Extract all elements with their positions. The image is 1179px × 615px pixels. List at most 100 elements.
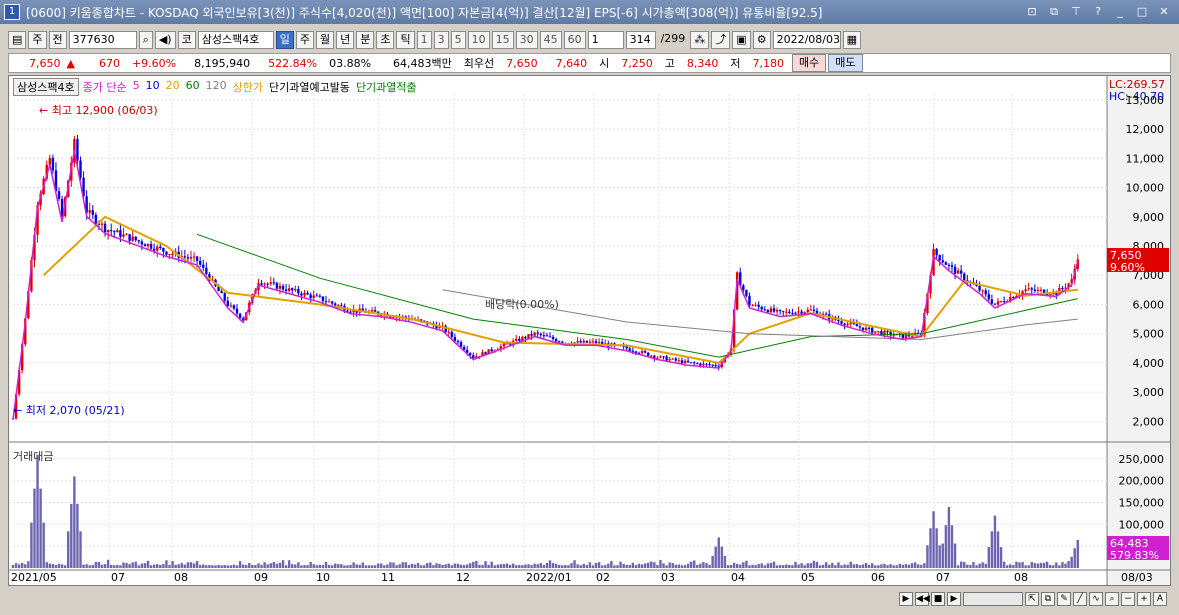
volume-bar: [579, 565, 582, 568]
trendline-icon[interactable]: ╱: [1073, 592, 1087, 606]
legend-item: 상한가: [232, 81, 263, 94]
layout-icon[interactable]: ▤: [8, 31, 27, 49]
volume-bar: [674, 564, 678, 568]
y-tick-label: 4,000: [1133, 357, 1165, 370]
candlestick-chart[interactable]: 2,0003,0004,0005,0006,0007,0008,0009,000…: [8, 76, 1170, 585]
x-tick-label: 05: [801, 571, 815, 584]
volume-bar: [281, 560, 285, 568]
candle-body: [680, 360, 684, 364]
volume-bar: [441, 565, 444, 568]
volume-bar: [693, 560, 696, 568]
volume-bar: [901, 564, 905, 568]
zoom-out-icon[interactable]: −: [1121, 592, 1135, 606]
draw-tool-icon[interactable]: ✎: [1057, 592, 1071, 606]
candle-body: [1030, 288, 1033, 290]
speaker-icon[interactable]: ◀): [154, 31, 176, 49]
fib-icon[interactable]: ∿: [1089, 592, 1103, 606]
window-icon[interactable]: 1: [4, 4, 20, 20]
candle-body: [106, 230, 110, 233]
candle-body: [159, 246, 162, 249]
period-day[interactable]: 일: [275, 31, 294, 49]
interval-5[interactable]: 5: [450, 31, 466, 49]
save-icon[interactable]: ▣: [732, 31, 751, 49]
rewind-icon[interactable]: ◀◀: [915, 592, 930, 606]
sell-button[interactable]: 매도: [828, 54, 863, 72]
name-prefix[interactable]: 코: [177, 31, 196, 49]
search-icon[interactable]: ⌕: [138, 31, 153, 49]
volume-bar: [294, 564, 297, 568]
volume-bar: [122, 562, 125, 568]
type2-select[interactable]: 전: [48, 31, 67, 49]
zoom-icon[interactable]: ⌕: [1105, 592, 1119, 606]
candle-body: [846, 323, 849, 326]
buy-button[interactable]: 매수: [792, 54, 827, 72]
interval-60[interactable]: 60: [563, 31, 586, 49]
link-icon[interactable]: ⊡: [1023, 4, 1041, 20]
candle-body: [953, 266, 957, 274]
period-year[interactable]: 년: [336, 31, 355, 49]
calendar-icon[interactable]: ▦: [842, 31, 861, 49]
legend-item: 5: [132, 79, 140, 92]
volume-bar: [545, 562, 549, 568]
volume-bar: [401, 562, 404, 568]
copy-icon[interactable]: ⧉: [1041, 592, 1055, 606]
ma-line-20: [43, 215, 1078, 364]
volume-bar: [883, 563, 886, 568]
count-input[interactable]: 314: [625, 31, 656, 49]
volume-bar: [257, 563, 260, 568]
count-select[interactable]: 1: [587, 31, 624, 49]
chart-area[interactable]: 삼성스팩4호 종가 단순 5 10 20 60 120 상한가 단기과열예고발동 단기과열적출 …: [8, 75, 1171, 586]
volume-bar: [367, 565, 371, 568]
scroll-right-icon[interactable]: ▶: [899, 592, 913, 606]
close-icon[interactable]: ✕: [1155, 4, 1173, 20]
name-field[interactable]: 삼성스팩4호: [197, 31, 274, 49]
volume-bar: [297, 562, 300, 568]
interval-3[interactable]: 3: [433, 31, 449, 49]
trade-amount: 64,483백만: [393, 57, 452, 70]
legend-item: 단기과열예고발동: [268, 81, 350, 94]
stop-icon[interactable]: ■: [931, 592, 945, 606]
volume-bar: [917, 564, 920, 568]
volume-bar: [613, 565, 616, 568]
volume-bar: [677, 564, 681, 568]
volume-bar: [861, 564, 865, 568]
legend-items: 종가 단순 5 10 20 60 120 상한가 단기과열예고발동 단기과열적출: [83, 79, 417, 95]
pin-icon[interactable]: ⊤: [1067, 4, 1085, 20]
candle-body: [530, 334, 533, 336]
volume-bar: [275, 563, 279, 568]
code-input[interactable]: 377630: [68, 31, 137, 49]
interval-45[interactable]: 45: [539, 31, 562, 49]
help-icon[interactable]: ?: [1089, 4, 1107, 20]
candle-body: [152, 248, 156, 251]
interval-15[interactable]: 15: [491, 31, 514, 49]
volume-bar: [419, 565, 423, 568]
period-second[interactable]: 초: [376, 31, 395, 49]
zoom-in-icon[interactable]: +: [1137, 592, 1151, 606]
volume-bar: [711, 555, 714, 568]
pointer-icon[interactable]: ⇱: [1025, 592, 1039, 606]
period-month[interactable]: 월: [315, 31, 335, 49]
volume-bar: [334, 563, 337, 568]
candle-body: [757, 304, 760, 307]
period-minute[interactable]: 분: [356, 31, 375, 49]
volume-bar: [490, 561, 493, 568]
interval-10[interactable]: 10: [467, 31, 490, 49]
interval-1[interactable]: 1: [416, 31, 432, 49]
restore-icon[interactable]: ⧉: [1045, 4, 1063, 20]
volume-bar: [146, 560, 150, 568]
play-icon[interactable]: ▶: [947, 592, 961, 606]
volume-bar: [156, 564, 159, 568]
volume-bar: [241, 564, 245, 568]
minimize-icon[interactable]: _: [1111, 4, 1129, 20]
period-week[interactable]: 주: [295, 31, 314, 49]
type1-select[interactable]: 주: [28, 31, 47, 49]
interval-30[interactable]: 30: [515, 31, 538, 49]
horizontal-scrollbar[interactable]: [963, 592, 1023, 606]
period-tick[interactable]: 틱: [396, 31, 415, 49]
tools-icon[interactable]: ⁂: [690, 31, 710, 49]
text-tool-icon[interactable]: A: [1153, 592, 1167, 606]
maximize-icon[interactable]: □: [1133, 4, 1151, 20]
chart-add-icon[interactable]: ⤴: [711, 31, 731, 49]
gear-icon[interactable]: ⚙: [752, 31, 771, 49]
date-input[interactable]: 2022/08/03: [772, 31, 841, 49]
